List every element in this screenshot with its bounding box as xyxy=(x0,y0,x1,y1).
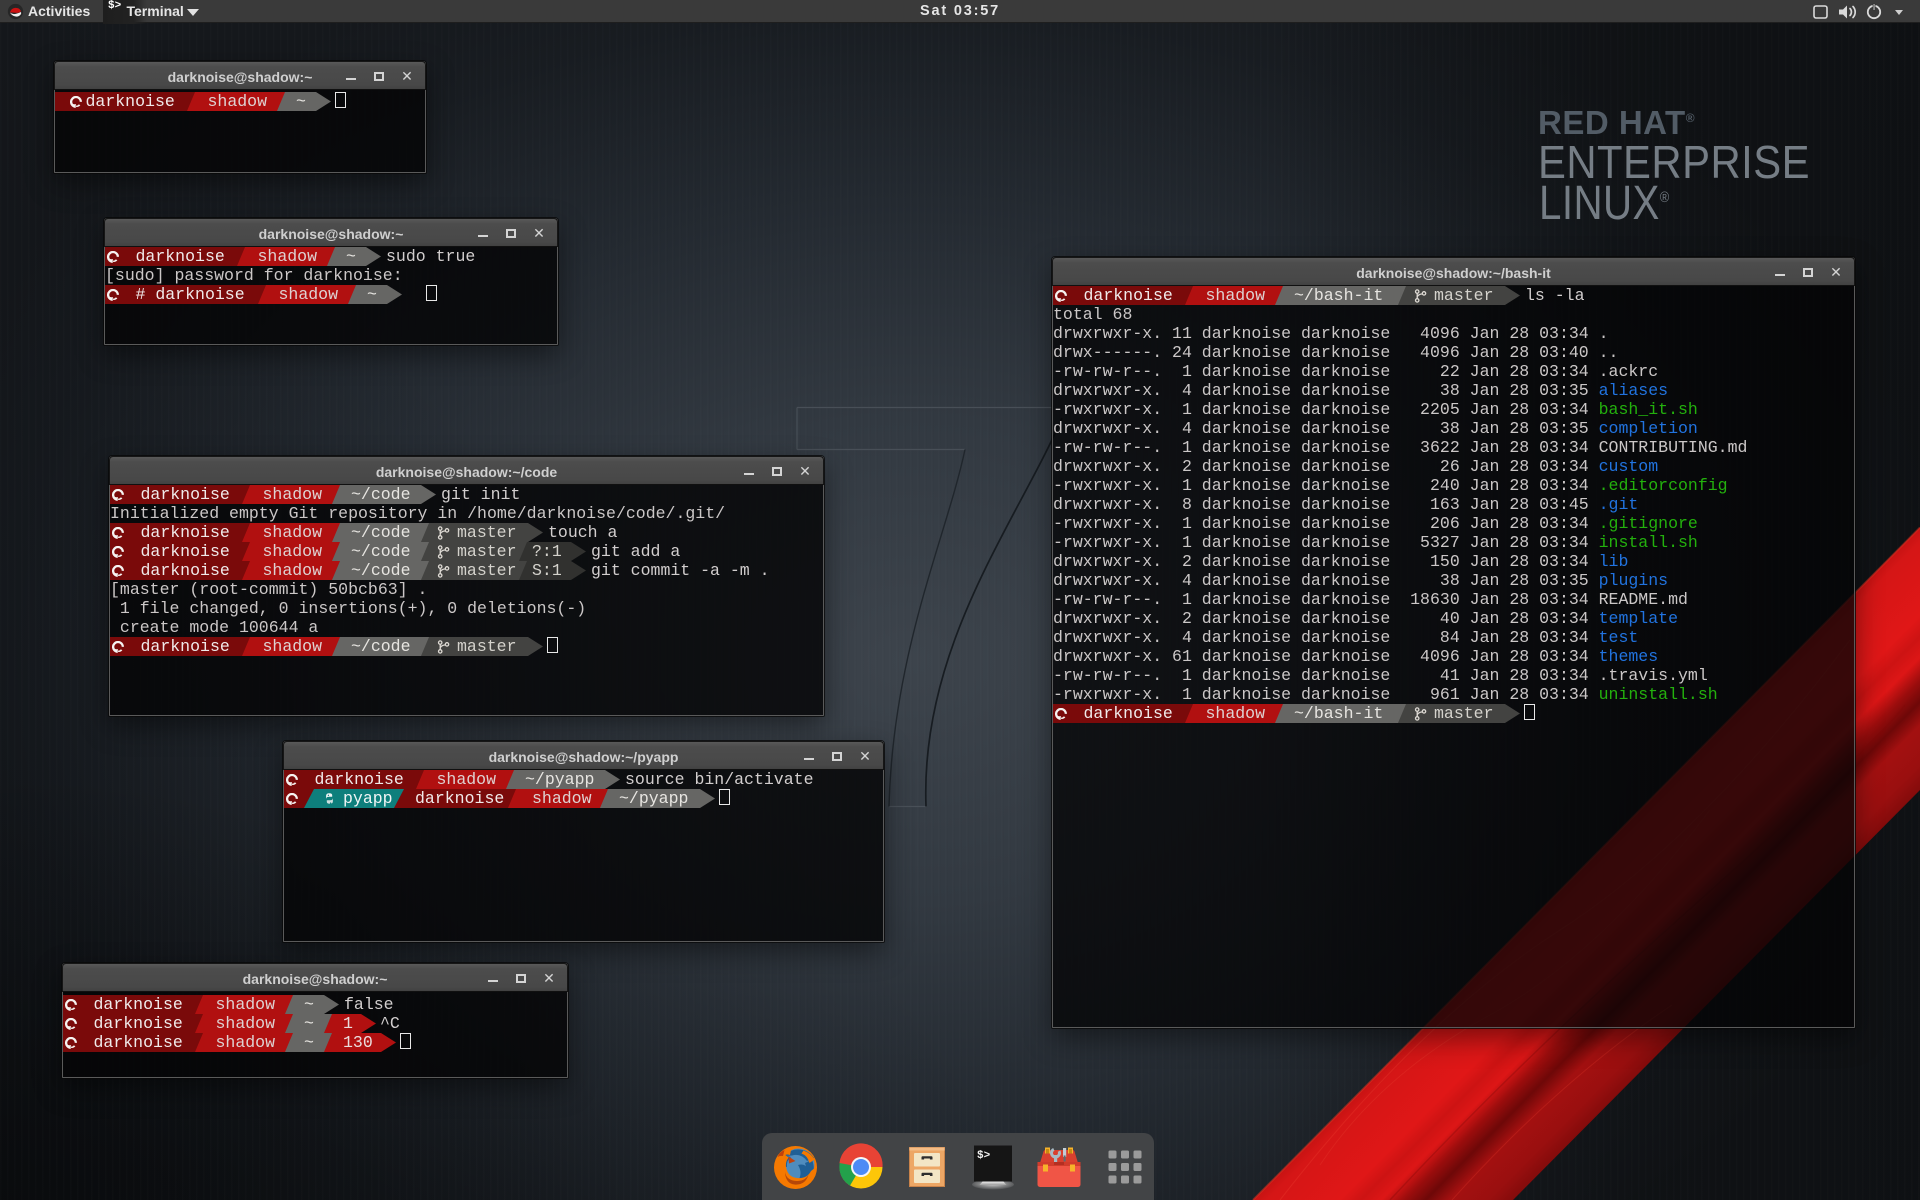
svg-text:$>: $> xyxy=(977,1150,991,1162)
